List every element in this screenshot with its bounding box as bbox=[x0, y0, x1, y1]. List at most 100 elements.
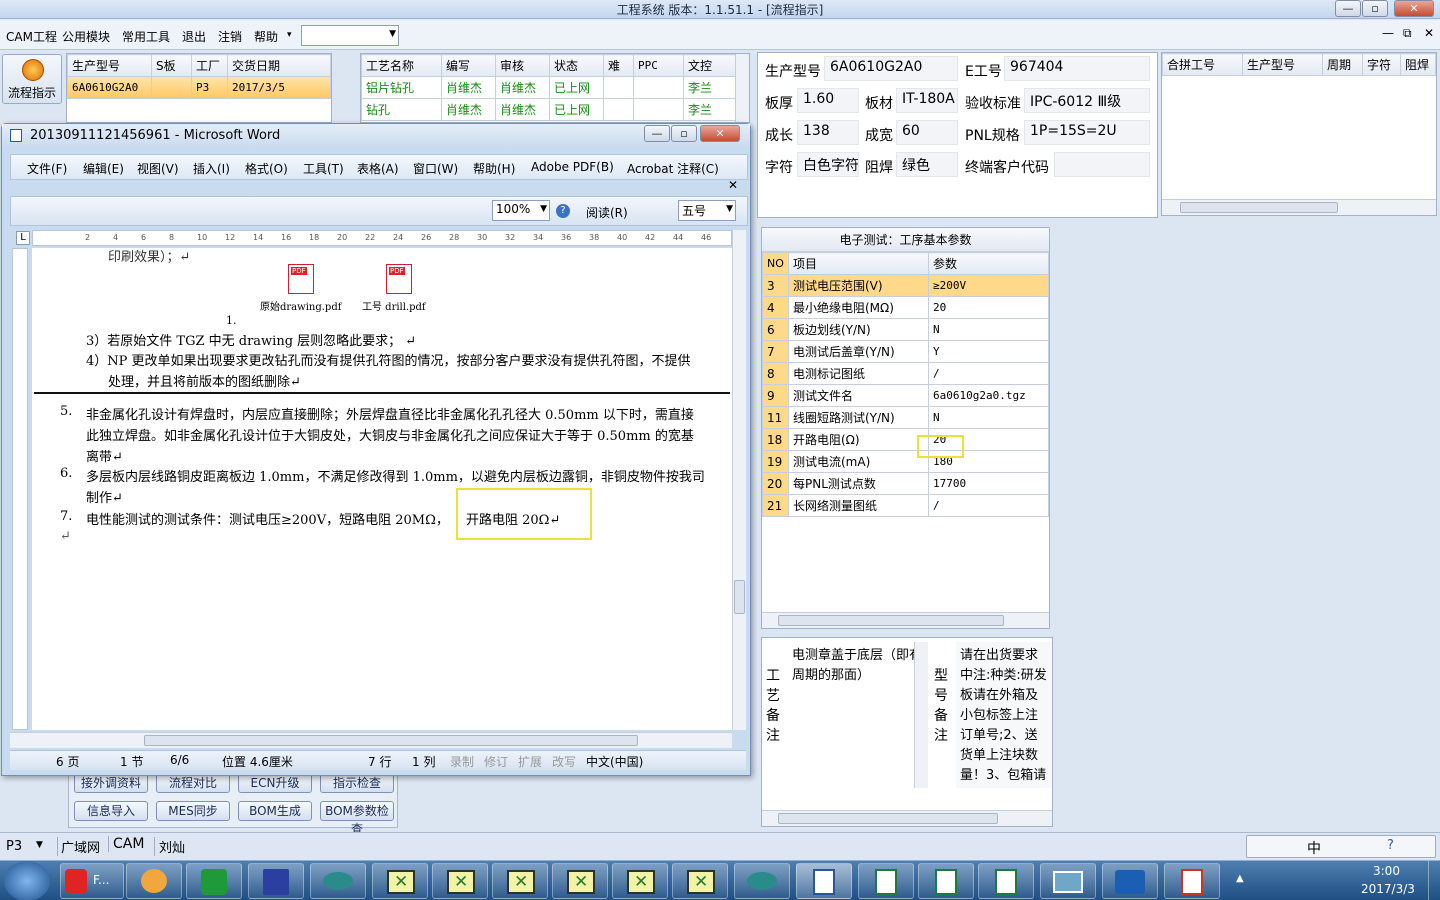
restore-button[interactable]: ▫ bbox=[1362, 0, 1388, 17]
word-minimize-button[interactable]: — bbox=[644, 125, 670, 142]
table-row[interactable]: 7 电测试后盖章(Y/N) Y bbox=[762, 340, 1049, 363]
word-menu-item[interactable]: 文件(F) bbox=[27, 160, 67, 177]
table-row[interactable]: 21 长网络测量图纸 / bbox=[762, 494, 1049, 517]
word-menu-item[interactable]: 表格(A) bbox=[357, 160, 399, 177]
col-merge-no[interactable]: 合拼工号 bbox=[1162, 53, 1243, 76]
col-char[interactable]: 字符 bbox=[1362, 53, 1401, 76]
taskbar-excel-1[interactable] bbox=[858, 863, 914, 899]
notes-hscrollbar[interactable] bbox=[762, 810, 1052, 826]
col-item[interactable]: 项目 bbox=[788, 252, 929, 275]
table-row[interactable]: 20 每PNL测试点数 17700 bbox=[762, 472, 1049, 495]
word-restore-button[interactable]: ▫ bbox=[671, 125, 697, 142]
tray-expand-icon[interactable]: ▲ bbox=[1236, 873, 1244, 884]
flow-indicator-button[interactable]: 流程指示 bbox=[2, 54, 62, 104]
menu-combo[interactable]: ▼ bbox=[301, 25, 399, 46]
word-menu-item[interactable]: 插入(I) bbox=[193, 160, 230, 177]
bom-generate-button[interactable]: BOM生成 bbox=[238, 801, 312, 821]
taskbar-xl-5[interactable] bbox=[612, 863, 668, 899]
word-menu-item[interactable]: 窗口(W) bbox=[413, 160, 458, 177]
param-hscrollbar[interactable] bbox=[762, 612, 1049, 628]
table-row[interactable]: 9 测试文件名 6a0610g2a0.tgz bbox=[762, 384, 1049, 407]
scroll-thumb[interactable] bbox=[144, 735, 638, 746]
flow-compare-button[interactable]: 流程对比 bbox=[156, 773, 230, 793]
taskbar-xl-4[interactable] bbox=[552, 863, 608, 899]
taskbar-word[interactable] bbox=[796, 863, 852, 899]
table-row[interactable]: 3 测试电压范围(V) ≥200V bbox=[762, 274, 1049, 297]
menu-help[interactable]: 帮助 bbox=[254, 28, 278, 45]
close-button[interactable]: ✕ bbox=[1394, 0, 1434, 17]
table-row[interactable]: 11 线圈短路测试(Y/N) N bbox=[762, 406, 1049, 429]
menu-logout[interactable]: 注销 bbox=[218, 28, 242, 45]
scroll-thumb[interactable] bbox=[1180, 202, 1338, 213]
scroll-thumb[interactable] bbox=[778, 615, 1004, 626]
word-menu-item[interactable]: 帮助(H) bbox=[473, 160, 515, 177]
document-page[interactable]: 印刷效果）；↵ PDF PDF 原始drawing.pdf 工号 drill.p… bbox=[32, 248, 732, 730]
mes-sync-button[interactable]: MES同步 bbox=[156, 801, 230, 821]
col-merge-model[interactable]: 生产型号 bbox=[1242, 53, 1323, 76]
taskbar-app-shell[interactable] bbox=[126, 863, 182, 899]
status-overwrite[interactable]: 改写 bbox=[552, 753, 576, 770]
taskbar-app-save[interactable] bbox=[248, 863, 304, 899]
col-no[interactable]: NO bbox=[762, 252, 789, 275]
table-row[interactable]: 钻孔 肖维杰 肖维杰 已上网 李兰 bbox=[361, 98, 737, 121]
menu-cam[interactable]: CAM工程 bbox=[6, 28, 57, 45]
import-external-button[interactable]: 接外调资料 bbox=[74, 773, 148, 793]
word-menu-item[interactable]: Acrobat 注释(C) bbox=[627, 160, 719, 177]
scroll-thumb[interactable] bbox=[778, 813, 998, 824]
word-menu-item[interactable]: 格式(O) bbox=[245, 160, 288, 177]
help-icon[interactable]: ? bbox=[556, 204, 570, 218]
status-language[interactable]: 中文(中国) bbox=[586, 753, 643, 770]
clock-time[interactable]: 3:00 bbox=[1373, 864, 1400, 878]
col-status[interactable]: 状态 bbox=[549, 54, 604, 77]
col-factory[interactable]: 工厂 bbox=[191, 54, 228, 77]
merge-hscrollbar[interactable] bbox=[1162, 199, 1436, 215]
table-row[interactable]: 4 最小绝缘电阻(MΩ) 20 bbox=[762, 296, 1049, 319]
taskbar-xl-3[interactable] bbox=[492, 863, 548, 899]
pdf-icon[interactable]: PDF bbox=[288, 264, 314, 294]
mdi-restore-button[interactable]: ⧉ bbox=[1403, 26, 1412, 41]
word-menu-item[interactable]: 视图(V) bbox=[137, 160, 179, 177]
taskbar-app-f[interactable]: F... bbox=[60, 863, 124, 899]
scroll-thumb[interactable] bbox=[734, 580, 745, 614]
taskbar-pdf[interactable] bbox=[1164, 863, 1220, 899]
taskbar-xl-6[interactable] bbox=[672, 863, 728, 899]
col-review[interactable]: 审核 bbox=[495, 54, 550, 77]
col-mask[interactable]: 阻焊 bbox=[1400, 53, 1436, 76]
ime-toolbar[interactable]: 中 ? bbox=[1246, 835, 1436, 858]
table-row[interactable]: 6 板边划线(Y/N) N bbox=[762, 318, 1049, 341]
ecn-upgrade-button[interactable]: ECN升级 bbox=[238, 773, 312, 793]
status-extend[interactable]: 扩展 bbox=[518, 753, 542, 770]
word-doc-close-icon[interactable]: ✕ bbox=[728, 178, 738, 192]
attachment-drill[interactable]: 工号 drill.pdf bbox=[362, 298, 426, 313]
reading-mode-button[interactable]: 阅读(R) bbox=[586, 204, 628, 221]
horizontal-ruler[interactable]: 2 4 6 8 10 12 14 16 18 20 22 24 26 28 30 32 34 36 38 40 42 44… bbox=[32, 230, 732, 246]
menu-exit[interactable]: 退出 bbox=[182, 28, 206, 45]
tab-stop-icon[interactable]: L bbox=[16, 231, 30, 245]
start-button[interactable] bbox=[4, 861, 50, 900]
taskbar-app-image[interactable] bbox=[1040, 863, 1096, 899]
col-doc-control[interactable]: 文控 bbox=[683, 54, 737, 77]
col-delivery-date[interactable]: 交货日期 bbox=[227, 54, 331, 77]
show-desktop-button[interactable] bbox=[1428, 861, 1440, 900]
taskbar-excel-2[interactable] bbox=[918, 863, 974, 899]
col-model[interactable]: 生产型号 bbox=[67, 54, 152, 77]
font-size-select[interactable]: 五号 ▼ bbox=[678, 200, 736, 221]
bom-param-check-button[interactable]: BOM参数检查 bbox=[320, 801, 394, 836]
clock-date[interactable]: 2017/3/3 bbox=[1361, 882, 1415, 896]
taskbar-xl-1[interactable] bbox=[372, 863, 428, 899]
col-cycle[interactable]: 周期 bbox=[1322, 53, 1363, 76]
col-difficulty[interactable]: 难 bbox=[603, 54, 634, 77]
taskbar-app-eye[interactable] bbox=[310, 863, 366, 899]
mdi-close-button[interactable]: ✕ bbox=[1424, 26, 1434, 40]
ime-mode[interactable]: 中 bbox=[1307, 838, 1321, 858]
help-icon[interactable]: ? bbox=[1387, 838, 1394, 853]
process-scrollbar[interactable] bbox=[735, 54, 749, 122]
word-hscrollbar[interactable] bbox=[10, 732, 732, 748]
info-import-button[interactable]: 信息导入 bbox=[74, 801, 148, 821]
model-note-text[interactable]: 请在出货要求中注:种类:研发板请在外箱及小包标签上注订单号;2、送货单上注块数量… bbox=[956, 642, 1052, 788]
menu-common-module[interactable]: 公用模块 bbox=[62, 28, 110, 45]
taskbar-app-green[interactable] bbox=[186, 863, 242, 899]
craft-note-scrollbar[interactable] bbox=[914, 642, 928, 788]
table-row[interactable]: 铝片钻孔 肖维杰 肖维杰 已上网 李兰 bbox=[361, 76, 737, 99]
table-row[interactable]: 6A0610G2A0 P3 2017/3/5 bbox=[67, 76, 331, 99]
